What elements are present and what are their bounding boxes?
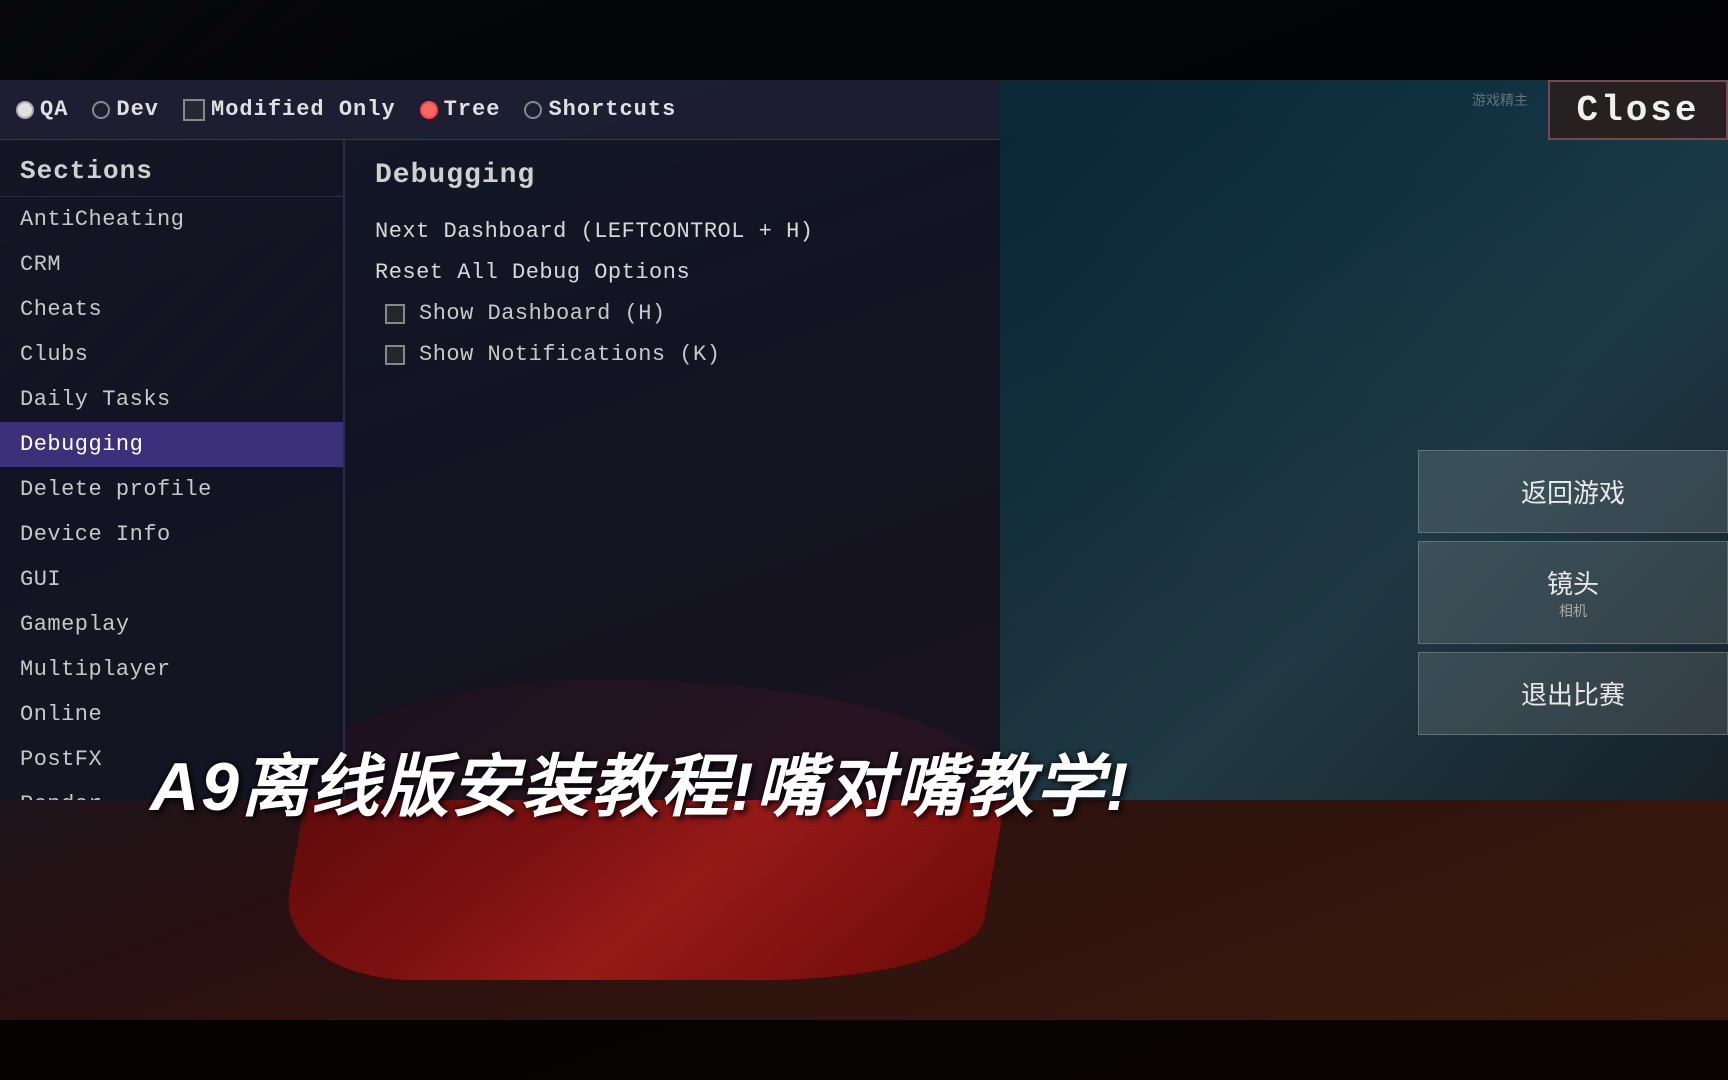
bottom-bar [0, 1020, 1728, 1080]
section-anticheat[interactable]: AntiCheating [0, 197, 343, 242]
camera-label: 镜头 [1547, 569, 1599, 599]
chinese-overlay-text: A9离线版安装教程!嘴对嘴教学! [150, 731, 1130, 830]
camera-sub: 相机 [1435, 601, 1711, 621]
exit-race-label: 退出比赛 [1521, 680, 1625, 710]
show-dashboard-label: Show Dashboard (H) [419, 301, 666, 326]
section-multiplayer[interactable]: Multiplayer [0, 647, 343, 692]
return-game-label: 返回游戏 [1521, 478, 1625, 508]
content-panel: Debugging Next Dashboard (LEFTCONTROL + … [345, 140, 1000, 800]
shortcuts-label: Shortcuts [548, 97, 676, 122]
section-gameplay[interactable]: Gameplay [0, 602, 343, 647]
camera-button[interactable]: 镜头 相机 [1418, 541, 1728, 644]
action-reset-debug[interactable]: Reset All Debug Options [375, 252, 970, 293]
shortcuts-radio-group[interactable]: Shortcuts [524, 97, 676, 122]
qa-label: QA [40, 97, 68, 122]
section-cheats[interactable]: Cheats [0, 287, 343, 332]
section-clubs[interactable]: Clubs [0, 332, 343, 377]
section-delete-profile[interactable]: Delete profile [0, 467, 343, 512]
sections-header: Sections [0, 140, 343, 197]
section-daily-tasks[interactable]: Daily Tasks [0, 377, 343, 422]
close-button[interactable]: Close [1548, 80, 1728, 140]
section-debugging[interactable]: Debugging [0, 422, 343, 467]
sections-panel: Sections AntiCheating CRM Cheats Clubs D… [0, 140, 345, 800]
right-buttons-panel: 返回游戏 镜头 相机 退出比赛 [1418, 450, 1728, 735]
show-dashboard-row[interactable]: Show Dashboard (H) [375, 293, 970, 334]
modified-only-group[interactable]: Modified Only [183, 97, 396, 122]
show-notifications-row[interactable]: Show Notifications (K) [375, 334, 970, 375]
action-next-dashboard[interactable]: Next Dashboard (LEFTCONTROL + H) [375, 211, 970, 252]
tree-label: Tree [444, 97, 501, 122]
toolbar: QA Dev Modified Only Tree Shortcuts [0, 80, 1000, 140]
section-gui[interactable]: GUI [0, 557, 343, 602]
show-notifications-label: Show Notifications (K) [419, 342, 720, 367]
show-dashboard-checkbox[interactable] [385, 304, 405, 324]
dev-label: Dev [116, 97, 159, 122]
tree-radio-group[interactable]: Tree [420, 97, 501, 122]
section-device-info[interactable]: Device Info [0, 512, 343, 557]
show-notifications-checkbox[interactable] [385, 345, 405, 365]
top-bar [0, 0, 1728, 80]
modified-only-checkbox[interactable] [183, 99, 205, 121]
content-header: Debugging [375, 160, 970, 191]
dev-radio-icon [92, 101, 110, 119]
section-crm[interactable]: CRM [0, 242, 343, 287]
dev-radio-group[interactable]: Dev [92, 97, 159, 122]
exit-race-button[interactable]: 退出比赛 [1418, 652, 1728, 735]
tree-radio-icon [420, 101, 438, 119]
modified-only-label: Modified Only [211, 97, 396, 122]
return-game-button[interactable]: 返回游戏 [1418, 450, 1728, 533]
qa-radio-icon [16, 101, 34, 119]
shortcuts-radio-icon [524, 101, 542, 119]
watermark-text: 游戏精主 [1472, 90, 1528, 110]
qa-radio-group[interactable]: QA [16, 97, 68, 122]
close-button-label: Close [1576, 90, 1699, 131]
